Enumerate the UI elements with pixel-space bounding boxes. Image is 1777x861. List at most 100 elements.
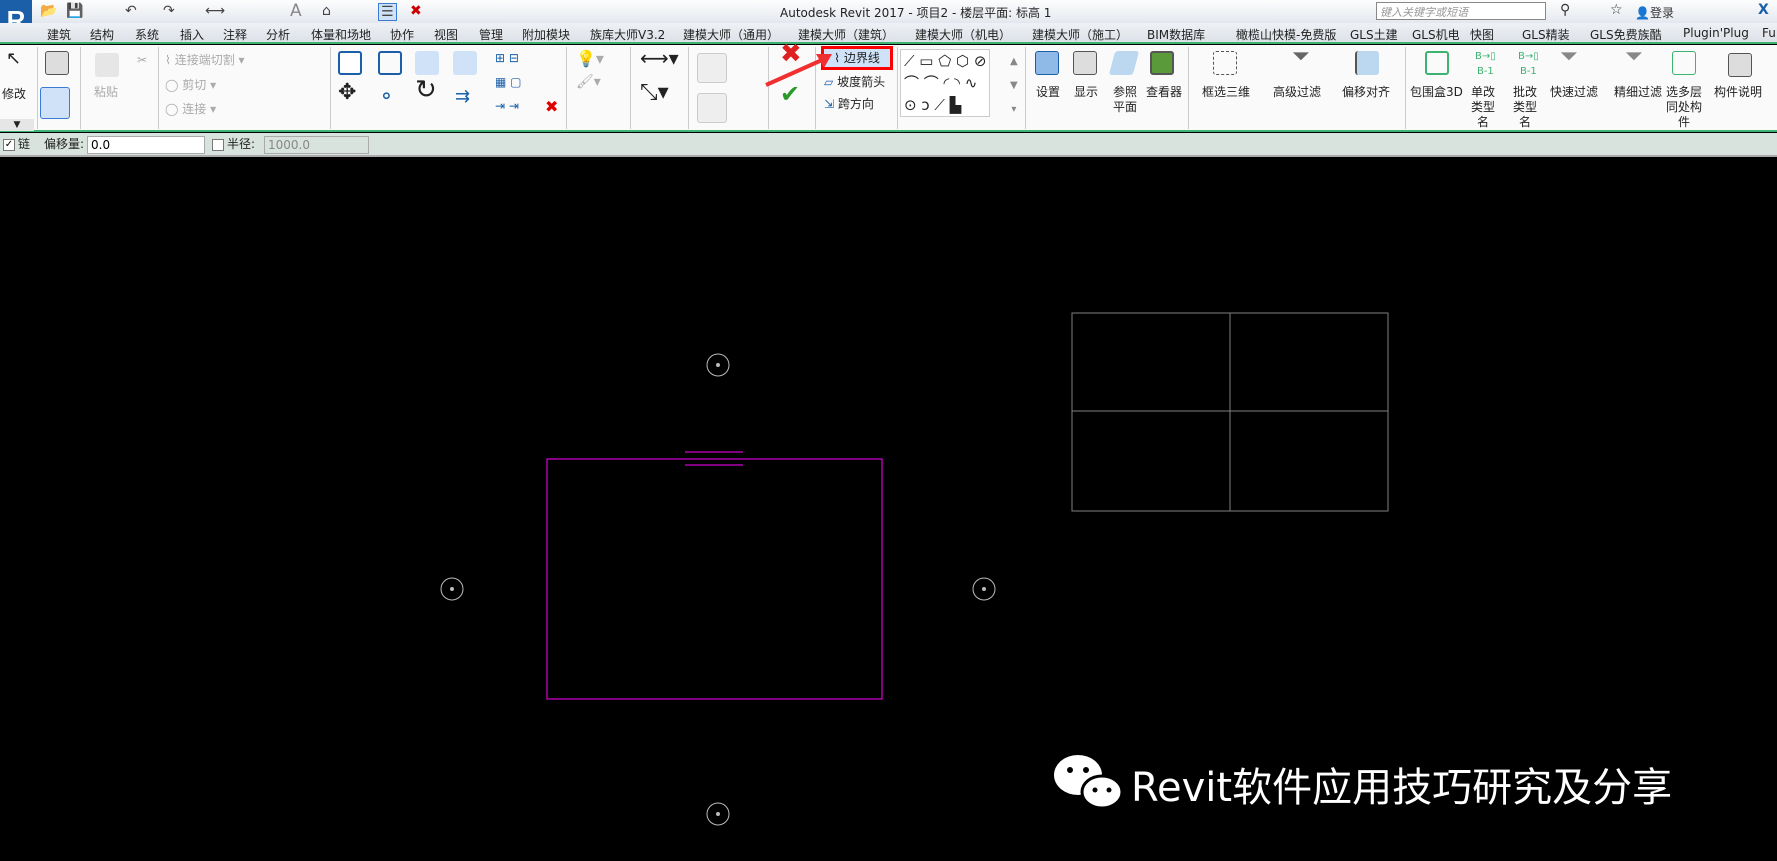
bbox-3d-button[interactable]: 包围盒3D	[1410, 85, 1463, 100]
multi-layer-button[interactable]: 选多层同处构件	[1665, 85, 1703, 130]
radius-checkbox[interactable]	[212, 139, 224, 151]
finish-edit-icon[interactable]: ✔	[780, 82, 800, 106]
tab[interactable]: 建模大师（通用）	[683, 26, 779, 43]
copy-icon[interactable]: ⚬	[378, 86, 395, 106]
trim-extend-icon[interactable]: ⇥ ⇥	[495, 99, 519, 114]
line-icon[interactable]: ⟋	[904, 52, 915, 70]
cut-button[interactable]: ◯ 剪切 ▾	[165, 78, 216, 93]
ref-plane-button[interactable]: 参照平面	[1112, 85, 1138, 115]
sketch-boundary[interactable]	[546, 451, 883, 700]
measure-icon[interactable]: ⟷	[205, 3, 225, 19]
settings-button[interactable]: 设置	[1036, 85, 1060, 100]
tab[interactable]: 体量和场地	[311, 26, 371, 43]
comp-desc-button[interactable]: 构件说明	[1714, 85, 1762, 100]
exchange-icon[interactable]: X	[1758, 2, 1769, 18]
fine-filter-button[interactable]: 精细过滤	[1614, 85, 1662, 100]
text-icon[interactable]: A	[290, 1, 302, 21]
tab[interactable]: 建模大师（机电）	[915, 26, 1011, 43]
tab[interactable]: 快图	[1470, 26, 1494, 43]
adv-filter-button[interactable]: 高级过滤	[1273, 85, 1321, 100]
tab[interactable]: Plugin'Plug	[1683, 26, 1749, 40]
tab[interactable]: 视图	[434, 26, 458, 43]
aligned-dimension-icon[interactable]: ⟷▾	[640, 48, 679, 68]
split-icon[interactable]: ⊞ ⊟	[495, 51, 519, 66]
offset-align-button[interactable]: 偏移对齐	[1342, 85, 1390, 100]
panel-expand-icon[interactable]: ▼	[0, 119, 34, 131]
draw-gallery[interactable]: ⟋ ▭ ⬠ ⬡ ⊘ ⌒ ⌒ ◜ ◝ ∿ ⊙ ↄ ⟋ ▙	[900, 49, 991, 117]
tab[interactable]: 分析	[266, 26, 290, 43]
bulb-icon[interactable]: 💡▾	[576, 51, 604, 67]
type-properties-icon[interactable]	[40, 87, 70, 119]
ribbon-tabs: 建筑 结构 系统 插入 注释 分析 体量和场地 协作 视图 管理 附加模块 族库…	[0, 23, 1777, 44]
paste-button[interactable]: 粘贴	[94, 85, 118, 100]
tab[interactable]: 橄榄山快模-免费版	[1236, 26, 1336, 43]
rename-batch-button[interactable]: 批改类型名	[1512, 85, 1538, 130]
redo-icon[interactable]: ↷	[163, 3, 175, 19]
tab[interactable]: BIM数据库	[1147, 26, 1205, 43]
elevation-marker-north[interactable]	[706, 353, 730, 377]
save-icon[interactable]: 💾	[66, 3, 83, 19]
measure-icon[interactable]: ⤡▾	[640, 82, 669, 104]
3d-view-icon[interactable]: ⌂	[322, 3, 331, 19]
tab[interactable]: 协作	[390, 26, 414, 43]
trim-icon[interactable]: ⇉	[455, 88, 470, 106]
search-input[interactable]: 键入关键字或短语	[1376, 2, 1546, 20]
rotate-icon[interactable]: ↻	[415, 77, 437, 103]
boundary-line-button[interactable]: ⌇ 边界线	[821, 46, 893, 70]
elevation-marker-west[interactable]	[440, 577, 464, 601]
tab[interactable]: 系统	[135, 26, 159, 43]
tab[interactable]: 管理	[479, 26, 503, 43]
arc-icon[interactable]: ⌒	[904, 74, 919, 92]
mirror-draw-icon[interactable]	[453, 51, 477, 75]
close-views-icon[interactable]: ✖	[410, 3, 422, 19]
viewer-button[interactable]: 查看器	[1146, 85, 1182, 100]
mirror-pick-icon[interactable]	[415, 51, 439, 75]
offset-icon[interactable]	[378, 51, 402, 75]
tab[interactable]: 建筑	[47, 26, 71, 43]
tab[interactable]: Fu	[1762, 26, 1776, 40]
tab[interactable]: 结构	[90, 26, 114, 43]
gallery-scroll[interactable]: ▲ ▼ ▾	[1010, 50, 1018, 122]
tab[interactable]: 插入	[180, 26, 204, 43]
tab[interactable]: GLS精装	[1522, 26, 1570, 43]
modify-button[interactable]: 修改	[2, 87, 26, 102]
join-button[interactable]: ◯ 连接 ▾	[165, 102, 216, 117]
binoculars-icon[interactable]: ⚲	[1560, 2, 1570, 18]
box-3d-button[interactable]: 框选三维	[1202, 85, 1250, 100]
array-icon[interactable]: ▦ ▢	[495, 75, 522, 90]
tab[interactable]: GLS免费族酷	[1590, 26, 1662, 43]
delete-icon[interactable]: ✖	[545, 99, 558, 115]
thin-lines-icon[interactable]: ☰	[378, 3, 397, 21]
paint-icon[interactable]: 🖌▾	[576, 75, 601, 90]
join-cut-button[interactable]: ⌇ 连接端切割 ▾	[165, 53, 245, 68]
star-icon[interactable]: ☆	[1610, 2, 1623, 18]
tab[interactable]: 注释	[223, 26, 247, 43]
properties-icon[interactable]	[45, 51, 69, 75]
scissors-icon[interactable]: ✂	[137, 53, 147, 68]
undo-icon[interactable]: ↶	[125, 3, 137, 19]
elevation-marker-south[interactable]	[706, 802, 730, 826]
open-icon[interactable]: 📂	[40, 3, 57, 19]
gray-grid-box[interactable]	[1071, 312, 1389, 512]
tab[interactable]: 附加模块	[522, 26, 570, 43]
tab[interactable]: GLS土建	[1350, 26, 1398, 43]
login-button[interactable]: 👤登录	[1635, 4, 1674, 21]
radius-input[interactable]: 1000.0	[264, 136, 369, 154]
move-icon[interactable]: ✥	[338, 82, 356, 104]
tab[interactable]: 建模大师（施工）	[1032, 26, 1128, 43]
span-direction-button[interactable]: ⇲ 跨方向	[824, 97, 874, 112]
tab[interactable]: 建模大师（建筑）	[798, 26, 894, 43]
slope-arrow-button[interactable]: ▱ 坡度箭头	[824, 75, 885, 90]
elevation-marker-east[interactable]	[972, 577, 996, 601]
tab[interactable]: 族库大师V3.2	[590, 26, 665, 43]
align-icon[interactable]	[338, 51, 362, 75]
rename-single-button[interactable]: 单改类型名	[1470, 85, 1496, 130]
select-arrow-icon[interactable]: ↖	[6, 50, 21, 68]
quick-filter-button[interactable]: 快速过滤	[1550, 85, 1598, 100]
offset-input[interactable]: 0.0	[87, 136, 205, 154]
pick-lines-icon[interactable]: ⊙	[904, 96, 917, 114]
cancel-edit-icon[interactable]: ✖	[780, 41, 802, 67]
show-button[interactable]: 显示	[1074, 85, 1098, 100]
chain-checkbox[interactable]: ✓	[3, 139, 15, 151]
tab[interactable]: GLS机电	[1412, 26, 1460, 43]
